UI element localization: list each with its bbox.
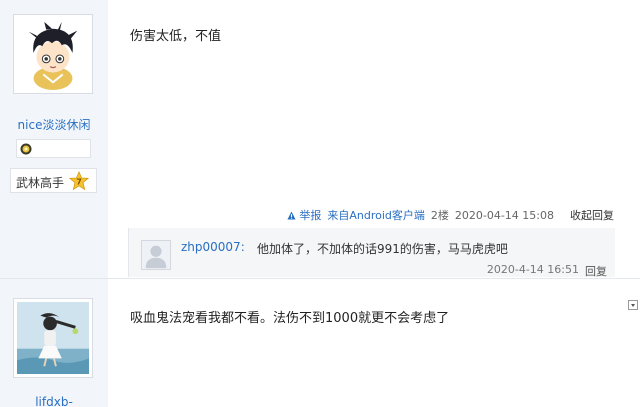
post-divider (0, 278, 640, 279)
author-sidebar-2: lifdxb- (0, 281, 108, 407)
reply-button[interactable]: 回复 (585, 263, 607, 279)
reply-username[interactable]: zhp00007: (181, 240, 245, 254)
author-name-2[interactable]: lifdxb- (0, 395, 108, 407)
rank-label: 武林高手 (16, 176, 65, 190)
post-content-2: 吸血鬼法宠看我都不看。法伤不到1000就更不会考虑了 (130, 311, 450, 326)
author-avatar-2[interactable] (13, 298, 93, 378)
rank-badge: 武林高手 7 (10, 168, 97, 193)
post-content: 伤害太低，不值 (130, 29, 222, 44)
reply-time: 2020-4-14 16:51 (486, 263, 579, 276)
warning-triangle-icon (287, 210, 296, 220)
girl-sitting-avatar-icon (17, 302, 89, 374)
post-meta-bar: 举报 来自Android客户端 2楼 2020-04-14 15:08 收起回复 (287, 207, 614, 223)
gold-medal-icon[interactable] (20, 143, 32, 155)
reply-avatar[interactable] (141, 240, 171, 270)
anime-boy-avatar-icon (17, 18, 89, 90)
medal-box (16, 139, 91, 158)
post-time: 2020-04-14 15:08 (454, 208, 554, 222)
chevron-down-icon[interactable] (628, 300, 638, 310)
collapse-replies-link[interactable]: 收起回复 (570, 207, 614, 223)
author-name[interactable]: nice淡淡休闲 (0, 116, 108, 133)
rank-level: 7 (76, 178, 82, 187)
reply-text: 他加体了，不加体的话991的伤害，马马虎虎吧 (257, 242, 508, 256)
report-label[interactable]: 举报 (299, 207, 321, 223)
rank-star-icon: 7 (69, 171, 89, 191)
reply-box: zhp00007: 他加体了，不加体的话991的伤害，马马虎虎吧 2020-4-… (128, 228, 615, 279)
report-link[interactable]: 举报 (287, 207, 321, 223)
source-client[interactable]: 来自Android客户端 (327, 207, 425, 223)
default-user-avatar-icon (142, 241, 170, 269)
floor-number: 2楼 (430, 209, 449, 222)
author-avatar[interactable] (13, 14, 93, 94)
